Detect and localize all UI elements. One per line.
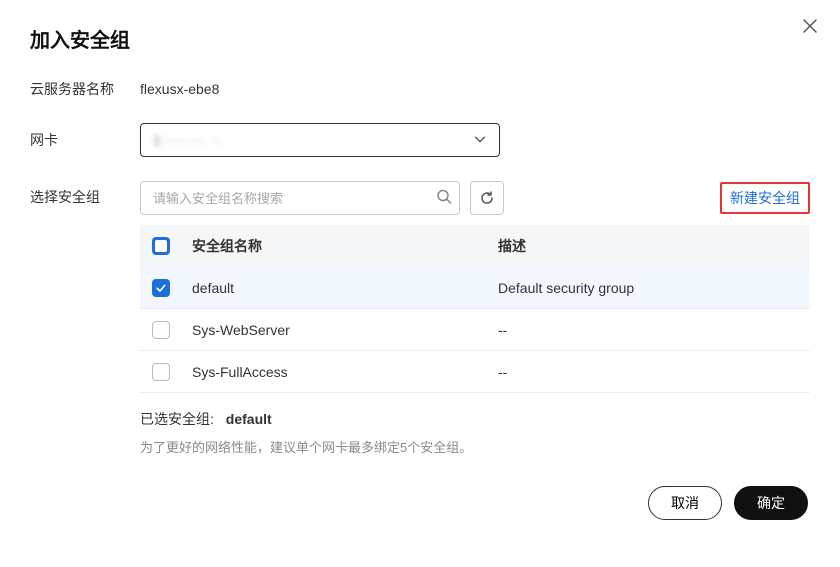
nic-label: 网卡 xyxy=(30,130,140,150)
table-row[interactable]: Sys-WebServer -- xyxy=(140,309,810,351)
dialog-footer: 取消 确定 xyxy=(30,486,810,520)
server-name-row: 云服务器名称 flexusx-ebe8 xyxy=(30,79,810,99)
dialog-title: 加入安全组 xyxy=(30,24,810,53)
row-checkbox[interactable] xyxy=(152,363,170,381)
server-name-value: flexusx-ebe8 xyxy=(140,81,219,97)
nic-row: 网卡 1········ ·· xyxy=(30,123,810,157)
checkmark-icon xyxy=(155,282,167,294)
select-all-checkbox[interactable] xyxy=(152,237,170,255)
row-desc: Default security group xyxy=(498,280,798,296)
close-icon xyxy=(802,18,818,34)
nic-select[interactable]: 1········ ·· xyxy=(140,123,500,157)
table-row[interactable]: Sys-FullAccess -- xyxy=(140,351,810,393)
row-desc: -- xyxy=(498,364,798,380)
header-desc: 描述 xyxy=(498,236,798,256)
security-group-toolbar: 新建安全组 xyxy=(140,181,810,215)
chevron-down-icon xyxy=(473,132,487,149)
row-name: Sys-WebServer xyxy=(188,322,498,338)
new-security-group-link[interactable]: 新建安全组 xyxy=(720,182,810,214)
row-name: Sys-FullAccess xyxy=(188,364,498,380)
row-desc: -- xyxy=(498,322,798,338)
selected-value: default xyxy=(226,411,272,427)
hint-text: 为了更好的网络性能，建议单个网卡最多绑定5个安全组。 xyxy=(140,437,810,456)
nic-selected-value: 1········ ·· xyxy=(153,132,223,148)
close-button[interactable] xyxy=(802,18,818,34)
refresh-button[interactable] xyxy=(470,181,504,215)
table-row[interactable]: default Default security group xyxy=(140,267,810,309)
refresh-icon xyxy=(479,190,495,206)
selected-label: 已选安全组: xyxy=(140,411,214,427)
confirm-button[interactable]: 确定 xyxy=(734,486,808,520)
security-group-table: 安全组名称 描述 default Default security group xyxy=(140,225,810,393)
search-input[interactable] xyxy=(140,181,460,215)
selected-summary: 已选安全组: default xyxy=(140,409,810,429)
join-security-group-dialog: 加入安全组 云服务器名称 flexusx-ebe8 网卡 1········ ·… xyxy=(0,0,840,540)
header-name: 安全组名称 xyxy=(188,236,498,256)
cancel-button[interactable]: 取消 xyxy=(648,486,722,520)
server-name-label: 云服务器名称 xyxy=(30,79,140,99)
row-checkbox[interactable] xyxy=(152,321,170,339)
row-checkbox[interactable] xyxy=(152,279,170,297)
row-name: default xyxy=(188,280,498,296)
table-header-row: 安全组名称 描述 xyxy=(140,225,810,267)
security-group-label: 选择安全组 xyxy=(30,181,140,207)
security-group-row: 选择安全组 新建安全组 xyxy=(30,181,810,456)
